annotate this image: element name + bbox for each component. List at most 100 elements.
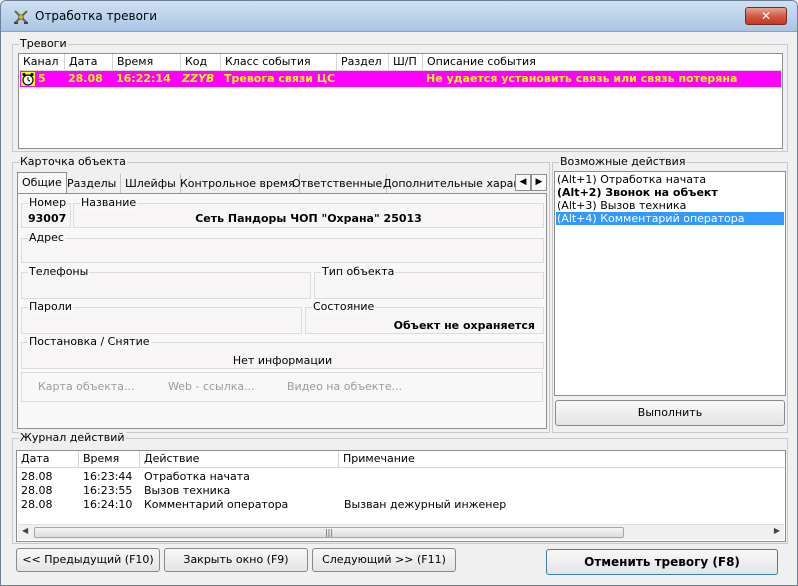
name-value: Сеть Пандоры ЧОП "Охрана" 25013	[195, 212, 422, 225]
table-row[interactable]: 28.08 16:23:55 Вызов техника	[17, 484, 785, 497]
table-row[interactable]: 5 28.08 16:22:14 ZZYB Тревога связи ЦС Н…	[20, 71, 781, 87]
tab-control-time[interactable]: Контрольное время	[176, 174, 300, 193]
action-log-header: Дата Время Действие Примечание	[17, 451, 785, 468]
alarm-handling-window: Отработка тревоги ✕ Тревоги Канал Дата В…	[0, 0, 798, 586]
object-map-link[interactable]: Карта объекта...	[38, 380, 135, 393]
tab-responsible[interactable]: Ответственные	[288, 174, 388, 193]
action-log-group-label: Журнал действий	[19, 431, 126, 445]
next-button[interactable]: Следующий >> (F11)	[312, 548, 456, 572]
column-header-description[interactable]: Описание события	[423, 54, 782, 70]
web-link[interactable]: Web - ссылка...	[168, 380, 255, 393]
previous-button[interactable]: << Предыдущий (F10)	[16, 548, 160, 572]
column-header-channel[interactable]: Канал	[19, 54, 65, 70]
column-header-date[interactable]: Дата	[65, 54, 113, 70]
possible-actions-group-label: Возможные действия	[559, 155, 687, 169]
alarm-code: ZZYB	[182, 72, 215, 85]
log-date: 28.08	[21, 470, 53, 483]
log-column-header-action[interactable]: Действие	[140, 451, 339, 467]
column-header-code[interactable]: Код	[181, 54, 221, 70]
alarm-date: 28.08	[68, 72, 103, 85]
tab-sections[interactable]: Разделы	[63, 174, 122, 193]
scroll-right-icon[interactable]: ▶	[774, 526, 780, 535]
table-row[interactable]: 28.08 16:24:10 Комментарий оператора Выз…	[17, 498, 785, 511]
log-time: 16:23:44	[83, 470, 133, 483]
app-swords-icon	[14, 10, 28, 24]
tab-loops[interactable]: Шлейфы	[121, 174, 181, 193]
alarm-event-class: Тревога связи ЦС	[224, 72, 336, 85]
column-header-section[interactable]: Раздел	[337, 54, 389, 70]
arming-field: Постановка / Снятие Нет информации	[21, 335, 544, 369]
action-item-start[interactable]: (Alt+1) Отработка начата	[556, 173, 784, 186]
alarm-description: Не удается установить связь или связь по…	[426, 72, 738, 85]
state-label: Состояние	[312, 300, 376, 314]
log-time: 16:23:55	[83, 484, 133, 497]
action-log-group: Журнал действий Дата Время Действие Прим…	[12, 431, 788, 544]
alarms-group-label: Тревоги	[19, 37, 68, 51]
log-action: Вызов техника	[144, 484, 231, 497]
arming-value: Нет информации	[232, 354, 333, 367]
log-scroll-thumb[interactable]: |||	[34, 527, 624, 538]
log-note: Вызван дежурный инженер	[344, 498, 507, 511]
passwords-label: Пароли	[28, 300, 73, 314]
alarms-table-header: Канал Дата Время Код Класс события Разде…	[19, 54, 782, 71]
log-date: 28.08	[21, 498, 53, 511]
close-window-f9-button[interactable]: Закрыть окно (F9)	[164, 548, 308, 572]
window-title: Отработка тревоги	[35, 9, 158, 23]
object-links-bar: Карта объекта... Web - ссылка... Видео н…	[21, 372, 543, 402]
cancel-alarm-button[interactable]: Отменить тревогу (F8)	[546, 549, 778, 575]
action-log-table[interactable]: Дата Время Действие Примечание 28.08 16:…	[16, 450, 786, 542]
object-type-field: Тип объекта	[314, 265, 544, 299]
execute-button[interactable]: Выполнить	[555, 400, 785, 426]
log-column-header-date[interactable]: Дата	[17, 451, 79, 467]
address-field: Адрес	[21, 231, 544, 263]
object-card-group-label: Карточка объекта	[19, 155, 127, 169]
log-column-header-note[interactable]: Примечание	[339, 451, 785, 467]
action-item-call-technician[interactable]: (Alt+3) Вызов техника	[556, 199, 784, 212]
alarms-table[interactable]: Канал Дата Время Код Класс события Разде…	[18, 53, 783, 149]
number-value: 93007	[28, 212, 67, 225]
log-action: Комментарий оператора	[144, 498, 289, 511]
arrow-left-icon: ◀	[519, 177, 527, 187]
title-bar[interactable]: Отработка тревоги ✕	[1, 1, 797, 32]
tab-additional[interactable]: Дополнительные характе	[379, 174, 523, 193]
object-type-label: Тип объекта	[321, 265, 396, 279]
alarm-channel: 5	[38, 72, 46, 85]
name-label: Название	[80, 196, 138, 210]
actions-list[interactable]: (Alt+1) Отработка начата (Alt+2) Звонок …	[554, 171, 786, 396]
tab-scroll-right-button[interactable]: ▶	[531, 174, 547, 191]
column-header-event-class[interactable]: Класс события	[221, 54, 337, 70]
address-label: Адрес	[28, 231, 65, 245]
log-column-header-time[interactable]: Время	[79, 451, 140, 467]
close-icon: ✕	[760, 9, 772, 23]
tab-general[interactable]: Общие	[17, 172, 67, 194]
passwords-field: Пароли	[21, 300, 302, 334]
alarms-group: Тревоги Канал Дата Время Код Класс событ…	[12, 37, 788, 152]
state-value: Объект не охраняется	[393, 319, 535, 332]
alarm-clock-icon	[21, 72, 35, 86]
phones-field: Телефоны	[21, 265, 311, 299]
name-field: Название Сеть Пандоры ЧОП "Охрана" 25013	[73, 196, 544, 228]
action-item-operator-comment[interactable]: (Alt+4) Комментарий оператора	[556, 212, 784, 225]
column-header-time[interactable]: Время	[113, 54, 181, 70]
tab-scroll-left-button[interactable]: ◀	[515, 174, 531, 191]
number-label: Номер	[28, 196, 68, 210]
close-window-button[interactable]: ✕	[745, 7, 787, 25]
log-time: 16:24:10	[83, 498, 133, 511]
scroll-left-icon[interactable]: ◀	[22, 526, 28, 535]
log-date: 28.08	[21, 484, 53, 497]
log-horizontal-scrollbar[interactable]: ◀ ||| ▶	[18, 524, 784, 540]
object-video-link[interactable]: Видео на объекте...	[287, 380, 402, 393]
grip-icon: |||	[324, 528, 334, 537]
table-row[interactable]: 28.08 16:23:44 Отработка начата	[17, 470, 785, 483]
state-field: Состояние Объект не охраняется	[305, 300, 544, 334]
number-field: Номер 93007	[21, 196, 71, 228]
possible-actions-group: Возможные действия (Alt+1) Отработка нач…	[552, 155, 788, 433]
phones-label: Телефоны	[28, 265, 90, 279]
column-header-zone[interactable]: Ш/П	[389, 54, 423, 70]
object-card-tabs: Общие Разделы Шлейфы Контрольное время О…	[17, 172, 547, 194]
alarm-time: 16:22:14	[116, 72, 171, 85]
arming-label: Постановка / Снятие	[28, 335, 151, 349]
action-item-call-object[interactable]: (Alt+2) Звонок на объект	[556, 186, 784, 199]
tab-panel-general: Номер 93007 Название Сеть Пандоры ЧОП "О…	[17, 193, 547, 429]
arrow-right-icon: ▶	[535, 177, 543, 187]
